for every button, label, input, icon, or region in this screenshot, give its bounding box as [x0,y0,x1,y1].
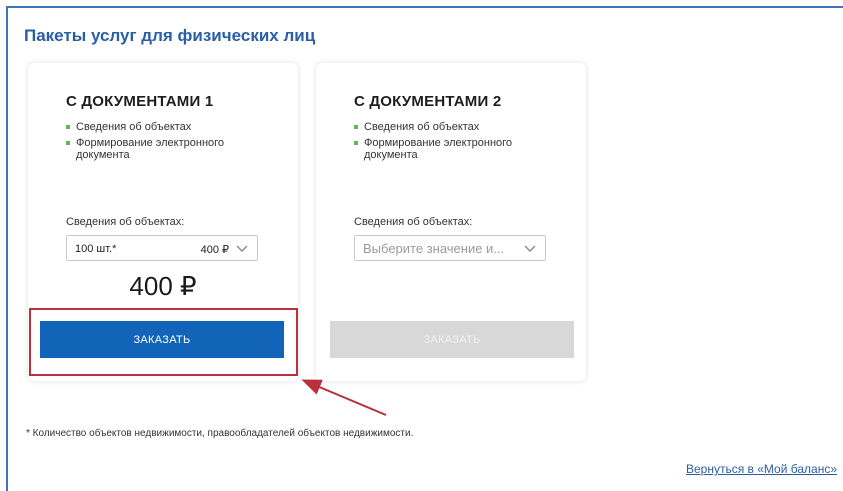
feature-text: Сведения об объектах [364,121,480,133]
bullet-icon [354,125,358,129]
page-title: Пакеты услуг для физических лиц [24,26,316,45]
bullet-icon [354,141,358,145]
package-card-2: С ДОКУМЕНТАМИ 2 Сведения об объектах Фор… [316,63,586,381]
bullet-icon [66,141,70,145]
chevron-down-icon [524,245,536,252]
objects-select[interactable]: 100 шт.* 400 ₽ [66,235,258,261]
feature-text: Сведения об объектах [76,121,192,133]
chevron-down-icon [236,245,248,252]
card-title: С ДОКУМЕНТАМИ 2 [354,93,502,110]
objects-field-label: Сведения об объектах: [354,216,473,228]
objects-field-label: Сведения об объектах: [66,216,185,228]
feature-list: Сведения об объектах Формирование электр… [354,121,554,165]
package-price: 400 ₽ [129,271,197,301]
feature-item: Сведения об объектах [66,121,266,133]
select-placeholder: Выберите значение и... [363,241,505,256]
back-to-balance-link[interactable]: Вернуться в «Мой баланс» [686,462,837,476]
card-title: С ДОКУМЕНТАМИ 1 [66,93,214,110]
bullet-icon [66,125,70,129]
select-value: 100 шт.* [75,243,117,255]
feature-text: Формирование электронного документа [76,137,225,161]
feature-item: Сведения об объектах [354,121,554,133]
order-button-disabled[interactable]: ЗАКАЗАТЬ [330,321,574,358]
feature-list: Сведения об объектах Формирование электр… [66,121,266,165]
objects-select[interactable]: Выберите значение и... [354,235,546,261]
annotation-highlight-box [29,308,298,376]
feature-item: Формирование электронного документа [66,137,266,161]
footnote: * Количество объектов недвижимости, прав… [26,428,414,439]
feature-item: Формирование электронного документа [354,137,554,161]
feature-text: Формирование электронного документа [364,137,513,161]
select-price: 400 ₽ [200,244,229,256]
